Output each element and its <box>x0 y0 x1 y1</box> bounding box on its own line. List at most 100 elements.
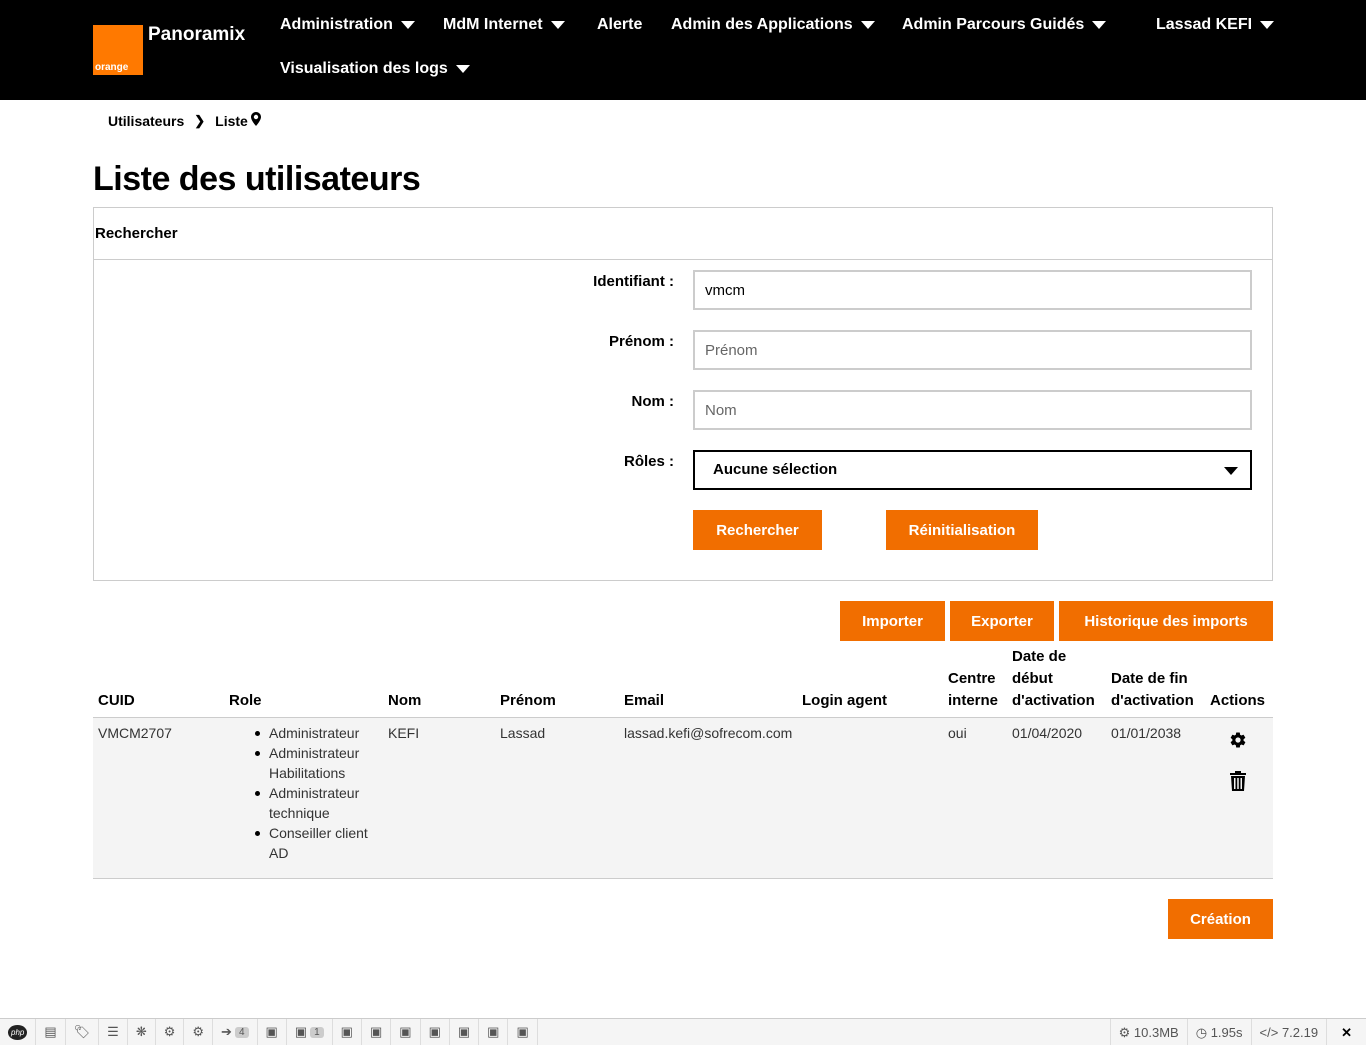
column-header-role[interactable]: Role <box>229 690 262 712</box>
nav-label: MdM Internet <box>443 16 543 33</box>
list-icon[interactable]: ☰ <box>99 1018 128 1045</box>
briefcase-icon[interactable]: ▣ <box>362 1018 392 1045</box>
gear-icon[interactable] <box>1229 731 1247 754</box>
search-panel-title: Rechercher <box>94 208 1272 260</box>
briefcase-icon[interactable]: ▣ <box>421 1018 450 1045</box>
briefcase-icon[interactable]: ▣ <box>333 1018 362 1045</box>
column-header-date-debut[interactable]: Date de début d'activation <box>1012 646 1095 712</box>
chevron-right-icon: ❯ <box>194 112 206 128</box>
breadcrumb-utilisateurs[interactable]: Utilisateurs <box>108 113 184 129</box>
breadcrumb-liste: Liste <box>215 112 248 129</box>
cogs-icon: ⚙ <box>1118 1024 1134 1040</box>
cog-icon[interactable]: ⚙ <box>184 1018 214 1045</box>
nav-administration[interactable]: Administration <box>280 16 415 34</box>
cell-email: lassad.kefi@sofrecom.com <box>624 725 793 741</box>
memory-value: 10.3MB <box>1133 1025 1179 1040</box>
chevron-down-icon <box>1092 21 1107 29</box>
column-header-prenom[interactable]: Prénom <box>500 690 556 712</box>
column-header-line: Date de <box>1012 648 1067 665</box>
column-header-actions: Actions <box>1210 692 1266 709</box>
column-header-line: d'activation <box>1111 692 1194 709</box>
import-history-button[interactable]: Historique des imports <box>1059 601 1273 641</box>
php-logo-icon[interactable]: php <box>0 1018 37 1045</box>
chevron-down-icon <box>400 21 415 29</box>
clock-icon: ◷ <box>1195 1024 1211 1040</box>
nav-alerte[interactable]: Alerte <box>597 16 642 34</box>
location-pin-icon <box>250 112 261 129</box>
role-item: Administrateur Habilitations <box>253 743 383 783</box>
column-header-centre[interactable]: Centre interne <box>948 668 998 712</box>
bug-icon[interactable]: ❋ <box>128 1018 156 1045</box>
search-button[interactable]: Rechercher <box>693 510 822 550</box>
reset-button[interactable]: Réinitialisation <box>886 510 1038 550</box>
briefcase-icon[interactable]: ▣ 1 <box>287 1018 333 1045</box>
role-item: Conseiller client AD <box>253 823 383 863</box>
briefcase-icon[interactable]: ▣ <box>508 1018 538 1045</box>
brand-name[interactable]: Panoramix <box>148 24 245 46</box>
roles-select[interactable]: Aucune sélection <box>693 450 1252 490</box>
cell-nom: KEFI <box>388 725 420 741</box>
trash-icon[interactable] <box>1230 771 1246 796</box>
create-button[interactable]: Création <box>1168 899 1273 939</box>
cell-prenom: Lassad <box>500 725 546 741</box>
chevron-down-icon <box>1224 467 1238 475</box>
briefcase-icon[interactable]: ▣ <box>258 1018 287 1045</box>
route-icon[interactable]: ➔ 4 <box>213 1018 258 1045</box>
column-header-line: Date de fin <box>1111 670 1188 687</box>
export-button[interactable]: Exporter <box>950 601 1054 641</box>
role-item: Administrateur <box>253 723 383 743</box>
role-item: Administrateur technique <box>253 783 383 823</box>
user-name: Lassad KEFI <box>1156 16 1253 33</box>
close-icon[interactable]: ✕ <box>1326 1019 1366 1045</box>
cell-cuid: VMCM2707 <box>98 725 172 741</box>
messages-icon[interactable]: ▤ <box>36 1018 66 1045</box>
column-header-email[interactable]: Email <box>624 690 664 712</box>
column-header-line: d'activation <box>1012 692 1095 709</box>
nom-label: Nom : <box>631 393 675 410</box>
logo-text: orange <box>95 62 129 73</box>
debug-toolbar: php ▤ 🏷 ☰ ❋ ⚙ ⚙ ➔ 4 ▣ ▣ 1 ▣ ▣ ▣ ▣ ▣ ▣ ▣ ⚙ … <box>0 1018 1366 1045</box>
tags-icon[interactable]: 🏷 <box>66 1018 100 1045</box>
roles-selected-value: Aucune sélection <box>713 461 838 478</box>
page-title: Liste des utilisateurs <box>93 160 421 198</box>
nav-user-menu[interactable]: Lassad KEFI <box>1156 16 1275 34</box>
request-duration: ◷ 1.95s <box>1186 1019 1251 1045</box>
cog-icon[interactable]: ⚙ <box>156 1018 185 1045</box>
time-value: 1.95s <box>1210 1025 1243 1040</box>
nom-input[interactable] <box>693 390 1252 430</box>
query-count-badge: 1 <box>310 1026 324 1038</box>
briefcase-icon[interactable]: ▣ <box>391 1018 421 1045</box>
prenom-input[interactable] <box>693 330 1252 370</box>
briefcase-icon[interactable]: ▣ <box>479 1018 509 1045</box>
search-panel: Rechercher Identifiant : Prénom : Nom : … <box>93 207 1273 581</box>
roles-label: Rôles : <box>623 453 674 470</box>
column-header-login[interactable]: Login agent <box>802 690 887 712</box>
identifiant-input[interactable] <box>693 270 1252 310</box>
chevron-down-icon <box>1260 21 1275 29</box>
cell-centre-interne: oui <box>948 725 967 741</box>
route-count-badge: 4 <box>234 1026 249 1038</box>
orange-logo[interactable]: orange <box>93 25 143 75</box>
nav-admin-parcours[interactable]: Admin Parcours Guidés <box>902 16 1107 34</box>
top-navbar: orange Panoramix Administration MdM Inte… <box>0 0 1366 100</box>
php-version: </> 7.2.19 <box>1250 1019 1327 1045</box>
identifiant-label: Identifiant : <box>593 273 674 290</box>
column-header-date-fin[interactable]: Date de fin d'activation <box>1111 668 1194 712</box>
briefcase-icon[interactable]: ▣ <box>450 1018 480 1045</box>
import-button[interactable]: Importer <box>840 601 945 641</box>
prenom-label: Prénom : <box>608 333 674 350</box>
nav-admin-applications[interactable]: Admin des Applications <box>671 16 875 34</box>
column-header-nom[interactable]: Nom <box>388 690 421 712</box>
nav-mdm-internet[interactable]: MdM Internet <box>443 16 565 34</box>
version-value: 7.2.19 <box>1281 1025 1319 1040</box>
code-icon: </> <box>1259 1025 1282 1040</box>
column-header-line: Centre <box>948 670 996 687</box>
breadcrumb: Utilisateurs ❯ Liste <box>108 112 261 129</box>
memory-usage: ⚙ 10.3MB <box>1109 1019 1187 1045</box>
nav-logs[interactable]: Visualisation des logs <box>280 60 470 78</box>
chevron-down-icon <box>455 65 470 73</box>
column-header-cuid[interactable]: CUID <box>98 690 135 712</box>
cell-date-fin: 01/01/2038 <box>1111 725 1182 741</box>
nav-label: Alerte <box>597 16 643 33</box>
chevron-down-icon <box>550 21 565 29</box>
